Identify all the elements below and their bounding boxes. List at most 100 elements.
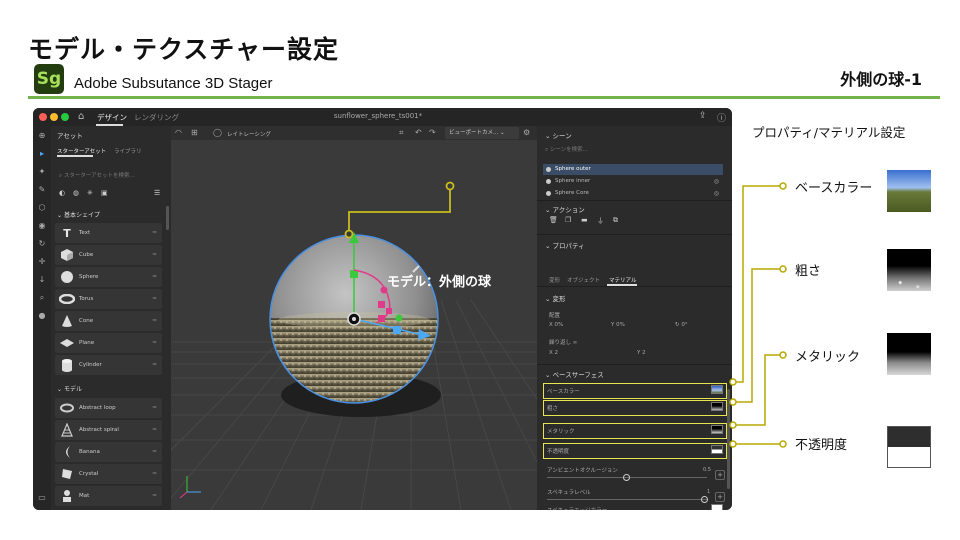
viewport-camera-select[interactable]: ビューポートカメ... ⌄ bbox=[445, 127, 519, 139]
camera-settings-icon[interactable]: ⚙ bbox=[523, 128, 530, 137]
gizmo-rotate-handle[interactable] bbox=[386, 308, 392, 314]
duplicate-icon[interactable]: ❐ bbox=[565, 216, 571, 224]
asset-item-crystal[interactable]: Crystal ≈ bbox=[55, 464, 162, 484]
asset-item-plane[interactable]: Plane ≈ bbox=[55, 333, 162, 353]
camera-tool-icon[interactable]: ◉ bbox=[36, 220, 48, 232]
magic-wand-icon[interactable]: ✦ bbox=[36, 166, 48, 178]
asset-item-cylinder[interactable]: Cylinder ≈ bbox=[55, 355, 162, 375]
link-icon[interactable]: ∞ bbox=[573, 340, 578, 346]
light-tool-icon[interactable]: ● bbox=[36, 310, 48, 322]
y-repeat-field[interactable]: Y 2 bbox=[637, 350, 646, 356]
help-icon[interactable]: ⓘ bbox=[717, 111, 726, 124]
zoom-tool-icon[interactable]: ⌕ bbox=[36, 292, 48, 304]
tab-transform[interactable]: 変形 bbox=[549, 276, 560, 284]
actions-header[interactable]: ⌄ アクション bbox=[545, 204, 585, 214]
basic-shapes-header[interactable]: ⌄ 基本シェイプ bbox=[57, 210, 100, 219]
add-icon[interactable]: ⊕ bbox=[36, 130, 48, 142]
asset-item-banana[interactable]: Banana ≈ bbox=[55, 442, 162, 462]
asset-item-abstract-spiral[interactable]: Abstract spiral ≈ bbox=[55, 420, 162, 440]
select-tool-icon[interactable]: ▸ bbox=[36, 148, 48, 160]
gizmo-rotate-handle[interactable] bbox=[378, 301, 385, 308]
undo-icon[interactable]: ↶ bbox=[415, 128, 422, 137]
light-filter-icon[interactable]: ✳ bbox=[87, 189, 93, 197]
asset-item-text[interactable]: T Text ≈ bbox=[55, 223, 162, 243]
sphere-filter-icon[interactable]: ◐ bbox=[59, 189, 65, 197]
tab-material[interactable]: マテリアル bbox=[609, 276, 636, 284]
scene-header[interactable]: ⌄ シーン bbox=[545, 130, 572, 140]
hidden-eye-icon[interactable]: ◎ bbox=[714, 188, 719, 199]
minimize-window-button[interactable] bbox=[50, 113, 58, 121]
asset-item-torus[interactable]: Torus ≈ bbox=[55, 289, 162, 309]
align-icon[interactable]: ⏚ bbox=[597, 216, 604, 226]
more-icon[interactable]: ≈ bbox=[152, 273, 157, 280]
redo-icon[interactable]: ↷ bbox=[429, 128, 436, 137]
properties-header[interactable]: ⌄ プロパティ bbox=[545, 240, 585, 250]
models-header[interactable]: ⌄ モデル bbox=[57, 384, 82, 393]
ambient-occlusion-knob[interactable] bbox=[623, 474, 630, 481]
opacity-row[interactable] bbox=[543, 443, 727, 459]
ambient-occlusion-add-button[interactable]: + bbox=[715, 470, 725, 480]
x-position-field[interactable]: X 0% bbox=[549, 322, 563, 328]
asset-item-sphere[interactable]: Sphere ≈ bbox=[55, 267, 162, 287]
rotation-field[interactable]: ↻ 0° bbox=[675, 322, 688, 328]
3d-viewport[interactable]: ◠ ⊞ ◯ レイトレーシング ⌗ ↶ ↷ ビューポートカメ... ⌄ ⚙ モデル… bbox=[171, 126, 537, 510]
home-icon[interactable]: ⌂ bbox=[78, 111, 84, 122]
library-icon[interactable]: ▭ bbox=[36, 492, 48, 504]
move-tool-icon[interactable]: ✛ bbox=[36, 256, 48, 268]
asset-search-input[interactable]: ⌕ スターターアセットを検索... bbox=[55, 170, 165, 182]
more-icon[interactable]: ≈ bbox=[152, 470, 157, 477]
metallic-swatch[interactable] bbox=[711, 425, 723, 434]
gauge-icon[interactable]: ◠ bbox=[175, 128, 182, 137]
asset-item-cone[interactable]: Cone ≈ bbox=[55, 311, 162, 331]
roughness-row[interactable] bbox=[543, 400, 727, 416]
asset-item-cube[interactable]: Cube ≈ bbox=[55, 245, 162, 265]
more-icon[interactable]: ≈ bbox=[152, 339, 157, 346]
x-repeat-field[interactable]: X 2 bbox=[549, 350, 558, 356]
frame-icon[interactable]: ⧉ bbox=[613, 216, 618, 225]
tab-starter-assets[interactable]: スターターアセット bbox=[57, 147, 106, 155]
specular-edge-color-swatch[interactable] bbox=[711, 504, 723, 510]
specular-level-add-button[interactable]: + bbox=[715, 492, 725, 502]
more-icon[interactable]: ≈ bbox=[152, 229, 157, 236]
paint-tool-icon[interactable]: ✎ bbox=[36, 184, 48, 196]
list-view-icon[interactable]: ☰ bbox=[154, 189, 160, 197]
more-icon[interactable]: ≈ bbox=[152, 448, 157, 455]
more-icon[interactable]: ≈ bbox=[152, 317, 157, 324]
more-icon[interactable]: ≈ bbox=[152, 361, 157, 368]
specular-level-slider[interactable] bbox=[547, 499, 707, 500]
scene-item-sphere-outer[interactable]: Sphere outer bbox=[543, 164, 723, 175]
base-surface-header[interactable]: ⌄ ベースサーフェス bbox=[545, 369, 604, 379]
asset-item-abstract-loop[interactable]: Abstract loop ≈ bbox=[55, 398, 162, 418]
image-filter-icon[interactable]: ▣ bbox=[101, 189, 108, 197]
more-icon[interactable]: ≈ bbox=[152, 295, 157, 302]
close-window-button[interactable] bbox=[39, 113, 47, 121]
drop-tool-icon[interactable]: ↓ bbox=[36, 274, 48, 286]
y-position-field[interactable]: Y 0% bbox=[611, 322, 625, 328]
base-color-swatch[interactable] bbox=[711, 385, 723, 394]
snap-icon[interactable]: ⌗ bbox=[399, 128, 404, 138]
delete-icon[interactable]: 🗑 bbox=[549, 216, 558, 224]
group-icon[interactable]: ▬ bbox=[581, 216, 588, 224]
share-icon[interactable]: ⇪ bbox=[699, 111, 707, 121]
hidden-eye-icon[interactable]: ◎ bbox=[714, 176, 719, 187]
assets-scrollbar[interactable] bbox=[166, 206, 169, 230]
3d-object-icon[interactable]: ⬡ bbox=[36, 202, 48, 214]
grid-icon[interactable]: ⊞ bbox=[191, 128, 198, 137]
scene-item-sphere-inner[interactable]: Sphere inner ◎ bbox=[543, 176, 723, 187]
gizmo-rotate-handle[interactable] bbox=[395, 314, 403, 322]
specular-level-knob[interactable] bbox=[701, 496, 708, 503]
more-icon[interactable]: ≈ bbox=[152, 251, 157, 258]
gizmo-x-scale[interactable] bbox=[393, 326, 401, 334]
tab-library[interactable]: ライブラリ bbox=[114, 147, 142, 155]
maximize-window-button[interactable] bbox=[61, 113, 69, 121]
orbit-tool-icon[interactable]: ↻ bbox=[36, 238, 48, 250]
more-icon[interactable]: ≈ bbox=[152, 404, 157, 411]
tab-design[interactable]: デザイン bbox=[97, 112, 127, 123]
properties-scrollbar[interactable] bbox=[727, 389, 730, 489]
material-filter-icon[interactable]: ◍ bbox=[73, 189, 79, 197]
gizmo-rotate-handle[interactable] bbox=[378, 315, 385, 322]
scene-item-sphere-core[interactable]: Sphere Core ◎ bbox=[543, 188, 723, 199]
more-icon[interactable]: ≈ bbox=[152, 492, 157, 499]
opacity-swatch[interactable] bbox=[711, 445, 723, 454]
tab-render[interactable]: レンダリング bbox=[134, 112, 179, 123]
